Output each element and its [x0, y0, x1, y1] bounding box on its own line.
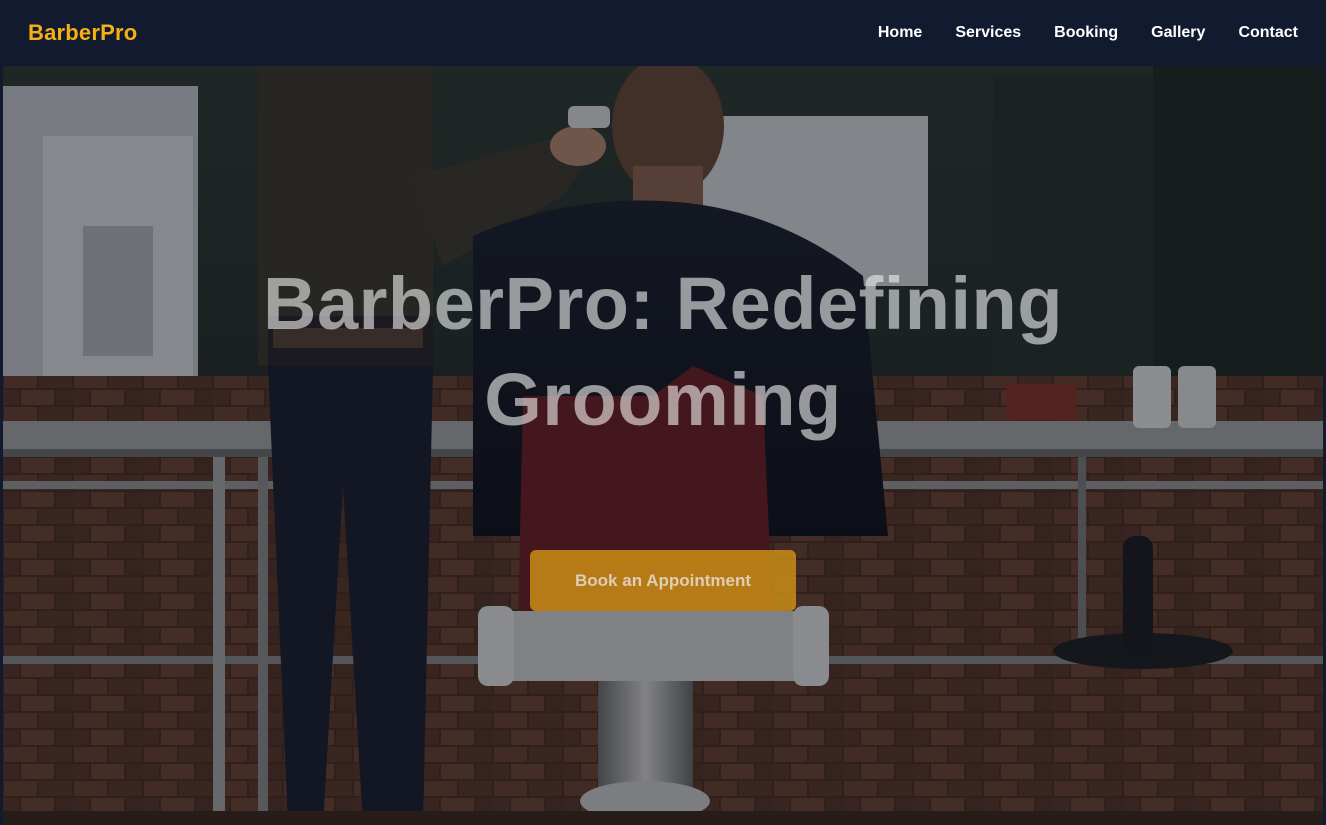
navbar: BarberPro Home Services Booking Gallery …	[0, 0, 1326, 66]
book-appointment-button[interactable]: Book an Appointment	[530, 550, 796, 611]
hero-title-line-2: Grooming	[484, 358, 842, 441]
nav-item-services[interactable]: Services	[955, 24, 1021, 42]
nav-item-contact[interactable]: Contact	[1238, 24, 1298, 42]
nav-item-gallery[interactable]: Gallery	[1151, 24, 1205, 42]
hero-section: BarberPro: Redefining Grooming Book an A…	[3, 66, 1323, 825]
hero-title-line-1: BarberPro: Redefining	[263, 262, 1063, 345]
brand-logo[interactable]: BarberPro	[28, 20, 137, 46]
nav-links: Home Services Booking Gallery Contact	[845, 24, 1298, 42]
hero-title: BarberPro: Redefining Grooming	[3, 256, 1323, 448]
nav-item-booking[interactable]: Booking	[1054, 24, 1118, 42]
nav-item-home[interactable]: Home	[878, 24, 922, 42]
